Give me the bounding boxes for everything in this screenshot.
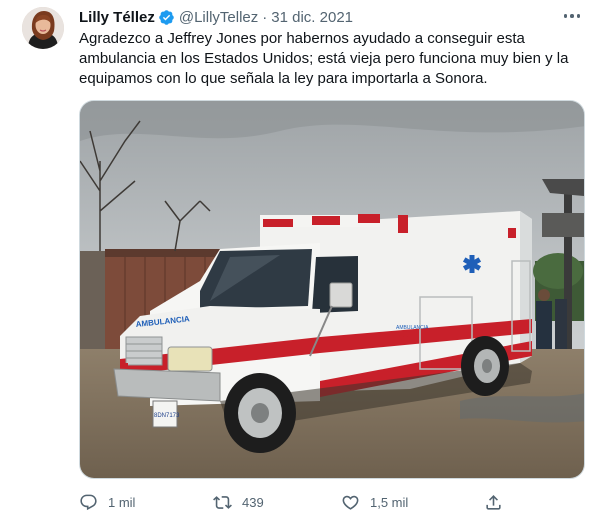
share-button[interactable] <box>484 490 503 514</box>
heart-icon <box>342 495 359 510</box>
tweet-actions: 1 mil 439 1,5 mil <box>79 490 519 514</box>
share-icon <box>486 494 501 510</box>
retweet-icon <box>213 495 232 509</box>
ambulance-side-text: AMBULANCIA <box>396 325 429 331</box>
front-wheel <box>224 373 296 453</box>
ambulance-unit-number: 911 <box>398 334 411 343</box>
like-count: 1,5 mil <box>370 494 409 510</box>
author-handle[interactable]: @LillyTellez <box>179 9 258 26</box>
reply-icon <box>80 494 97 510</box>
separator-dot: · <box>262 8 268 26</box>
reply-button[interactable]: 1 mil <box>79 490 135 514</box>
more-options-icon[interactable] <box>561 6 583 26</box>
reply-count: 1 mil <box>108 494 136 510</box>
retweet-button[interactable]: 439 <box>213 490 264 514</box>
tweet-text: Agradezco a Jeffrey Jones por habernos a… <box>79 30 569 87</box>
rear-wheel <box>461 336 509 396</box>
like-button[interactable]: 1,5 mil <box>341 490 408 514</box>
author-avatar[interactable] <box>22 7 64 49</box>
license-plate: 8DN7173 <box>154 413 180 419</box>
author-name[interactable]: Lilly Téllez <box>79 9 155 26</box>
retweet-count: 439 <box>242 494 264 510</box>
tweet: Lilly Téllez @LillyTellez · 31 dic. 2021… <box>0 0 597 529</box>
verified-badge-icon <box>158 9 175 26</box>
tweet-header: Lilly Téllez @LillyTellez · 31 dic. 2021 <box>79 8 353 26</box>
tweet-photo[interactable]: AMBULANCIA 911 AMBULANCIA 8DN7173 <box>79 100 585 479</box>
tweet-date[interactable]: 31 dic. 2021 <box>271 9 353 26</box>
